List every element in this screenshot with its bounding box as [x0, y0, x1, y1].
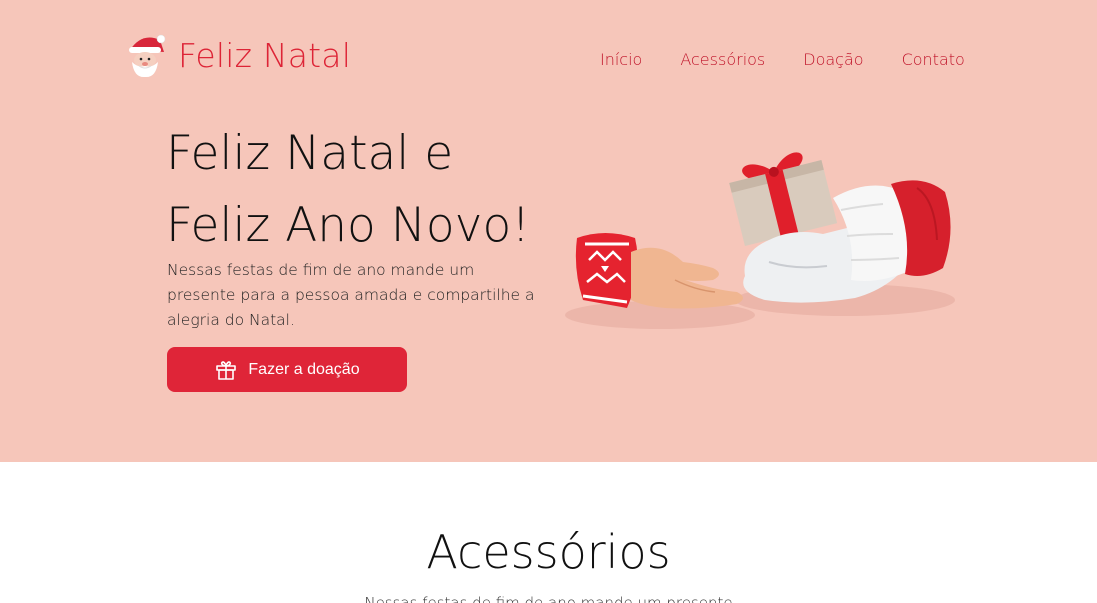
donate-button[interactable]: Fazer a doação: [167, 347, 407, 392]
santa-icon: [129, 34, 166, 78]
hero-description: Nessas festas de fim de ano mande um pre…: [167, 261, 535, 329]
main-nav: Início Acessórios Doação Contato: [600, 50, 965, 69]
nav-item-acessorios[interactable]: Acessórios: [680, 50, 765, 69]
nav-item-contato[interactable]: Contato: [902, 50, 965, 69]
accessories-section-subtitle: Nessas festas de fim de ano mande um pre…: [364, 594, 733, 603]
hero-title: Feliz Natal e Feliz Ano Novo!: [166, 118, 530, 262]
nav-item-inicio[interactable]: Início: [600, 50, 642, 69]
nav-item-doacao[interactable]: Doação: [803, 50, 863, 69]
hero-section: Feliz Natal Início Acessórios Doação Con…: [0, 0, 1097, 462]
hands-giving-gift-illustration: [565, 152, 955, 329]
donate-button-label: Fazer a doação: [248, 360, 360, 378]
gift-icon: [216, 360, 237, 380]
accessories-section-title: Acessórios: [426, 525, 671, 579]
hero-title-line-1: Feliz Natal e: [166, 126, 454, 181]
site-logo[interactable]: Feliz Natal: [120, 30, 351, 80]
hero-title-line-2: Feliz Ano Novo!: [166, 198, 531, 253]
brand-name: Feliz Natal: [178, 35, 352, 75]
